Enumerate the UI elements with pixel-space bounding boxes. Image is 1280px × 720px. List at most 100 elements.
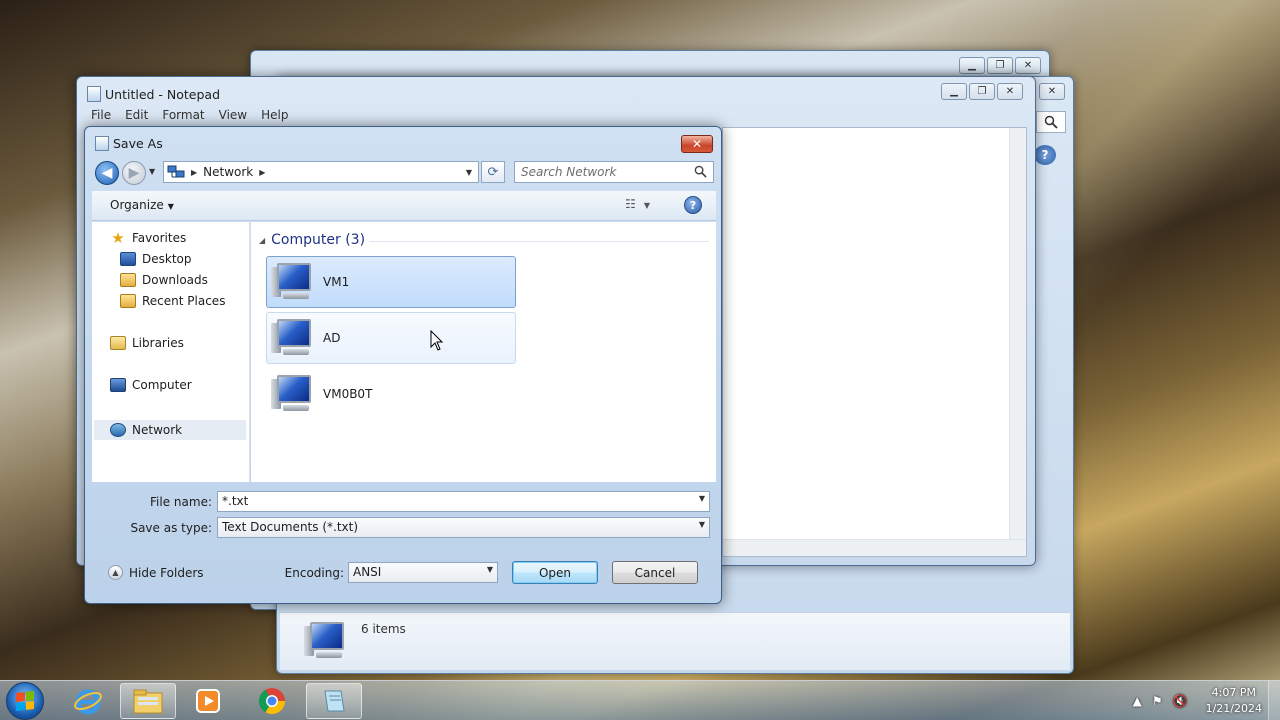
menu-file[interactable]: File xyxy=(91,108,111,122)
computer-item-vm1[interactable]: VM1 xyxy=(266,256,516,308)
cancel-button[interactable]: Cancel xyxy=(612,561,698,584)
show-desktop-button[interactable] xyxy=(1268,681,1280,720)
chevron-down-icon[interactable]: ▼ xyxy=(699,494,705,503)
dialog-footer: File name: *.txt ▼ Save as type: Text Do… xyxy=(92,483,716,595)
network-icon xyxy=(167,165,185,178)
computer-name: VM0B0T xyxy=(323,387,373,401)
vertical-scrollbar[interactable] xyxy=(1009,128,1026,556)
organize-label: Organize xyxy=(110,198,164,212)
group-header-label: Computer (3) xyxy=(271,232,366,248)
chevron-down-icon[interactable]: ▼ xyxy=(644,201,650,210)
close-button[interactable]: ✕ xyxy=(1015,57,1041,74)
clock[interactable]: 4:07 PM 1/21/2024 xyxy=(1206,685,1262,717)
save-as-type-select[interactable]: Text Documents (*.txt) ▼ xyxy=(217,517,710,538)
file-list: ◢ Computer (3) VM1 AD VM0B0T xyxy=(251,222,716,482)
search-icon[interactable] xyxy=(694,165,707,181)
encoding-value: ANSI xyxy=(353,565,382,579)
start-button[interactable] xyxy=(6,682,44,720)
computer-icon xyxy=(300,620,356,662)
help-icon[interactable]: ? xyxy=(684,196,702,214)
maximize-button[interactable]: ❐ xyxy=(969,83,995,100)
computer-icon xyxy=(110,378,126,392)
horizontal-scrollbar[interactable] xyxy=(723,539,1026,556)
address-location[interactable]: Network xyxy=(203,165,253,179)
desktop-icon xyxy=(120,252,136,266)
chevron-down-icon[interactable]: ▼ xyxy=(699,520,705,529)
close-button[interactable]: ✕ xyxy=(681,135,713,153)
computer-item-ad[interactable]: AD xyxy=(266,312,516,364)
status-item-count: 6 items xyxy=(361,622,406,636)
nav-item-network[interactable]: Network xyxy=(94,420,246,440)
minimize-button[interactable]: ▁ xyxy=(959,57,985,74)
nav-item-libraries[interactable]: Libraries xyxy=(110,336,184,350)
view-icon: ☷ xyxy=(625,197,636,211)
chevron-right-icon[interactable]: ▶ xyxy=(191,168,197,177)
search-icon[interactable] xyxy=(1036,111,1066,133)
maximize-button[interactable]: ❐ xyxy=(987,57,1013,74)
chevron-up-icon: ▲ xyxy=(108,565,123,580)
windows-logo-icon xyxy=(16,691,34,711)
encoding-select[interactable]: ANSI ▼ xyxy=(348,562,498,583)
media-player-icon xyxy=(196,689,220,713)
show-hidden-icons-icon[interactable]: ▲ xyxy=(1133,694,1142,708)
hide-folders-label: Hide Folders xyxy=(129,565,204,580)
action-center-icon[interactable]: ⚑ xyxy=(1152,694,1163,708)
taskbar: ▲ ⚑ 🔇 4:07 PM 1/21/2024 xyxy=(0,680,1280,720)
back-button[interactable]: ◀ xyxy=(95,161,119,185)
dialog-title: Save As xyxy=(113,136,163,151)
address-bar[interactable]: ▶ Network ▶ ▼ xyxy=(163,161,479,183)
menu-format[interactable]: Format xyxy=(162,108,204,122)
nav-item-favorites[interactable]: ★ Favorites xyxy=(110,230,186,246)
computer-item-vm0b0t[interactable]: VM0B0T xyxy=(266,368,516,420)
nav-item-recent-places[interactable]: Recent Places xyxy=(120,294,225,308)
recent-places-icon xyxy=(120,294,136,308)
file-name-input[interactable]: *.txt ▼ xyxy=(217,491,710,512)
navigation-pane: ★ Favorites Desktop Downloads Recent Pla… xyxy=(92,222,250,482)
close-button[interactable]: ✕ xyxy=(997,83,1023,100)
chrome-icon xyxy=(258,688,286,715)
menu-help[interactable]: Help xyxy=(261,108,288,122)
chevron-down-icon[interactable]: ▼ xyxy=(466,168,472,177)
nav-label: Downloads xyxy=(142,273,208,287)
group-header[interactable]: ◢ Computer (3) xyxy=(259,232,365,248)
dialog-icon xyxy=(95,136,109,151)
taskbar-file-explorer[interactable] xyxy=(120,683,176,719)
menu-bar: File Edit Format View Help xyxy=(91,108,288,122)
notepad-icon xyxy=(87,86,101,102)
encoding-label: Encoding: xyxy=(284,566,344,580)
group-divider xyxy=(369,241,709,242)
close-button[interactable]: ✕ xyxy=(1039,83,1065,100)
hide-folders-button[interactable]: ▲ Hide Folders xyxy=(108,565,204,580)
collapse-triangle-icon[interactable]: ◢ xyxy=(259,236,265,245)
taskbar-notepad[interactable] xyxy=(306,683,362,719)
menu-edit[interactable]: Edit xyxy=(125,108,148,122)
minimize-button[interactable]: ▁ xyxy=(941,83,967,100)
nav-item-computer[interactable]: Computer xyxy=(110,378,192,392)
organize-button[interactable]: Organize ▼ xyxy=(110,198,174,212)
nav-item-desktop[interactable]: Desktop xyxy=(120,252,192,266)
chevron-right-icon[interactable]: ▶ xyxy=(259,168,265,177)
recent-pages-dropdown[interactable]: ▼ xyxy=(149,167,155,176)
taskbar-chrome[interactable] xyxy=(244,683,300,719)
search-input[interactable]: Search Network xyxy=(514,161,714,183)
open-button[interactable]: Open xyxy=(512,561,598,584)
text-editor[interactable] xyxy=(722,127,1027,557)
volume-muted-icon[interactable]: 🔇 xyxy=(1173,694,1188,708)
libraries-icon xyxy=(110,336,126,350)
save-as-type-value: Text Documents (*.txt) xyxy=(222,520,359,534)
nav-label: Libraries xyxy=(132,336,184,350)
menu-view[interactable]: View xyxy=(219,108,247,122)
nav-item-downloads[interactable]: Downloads xyxy=(120,273,208,287)
file-name-label: File name: xyxy=(150,495,212,509)
taskbar-media-player[interactable] xyxy=(180,683,236,719)
chevron-down-icon: ▼ xyxy=(167,202,174,211)
network-icon xyxy=(110,423,126,437)
forward-button[interactable]: ▶ xyxy=(122,161,146,185)
taskbar-internet-explorer[interactable] xyxy=(60,683,116,719)
chevron-down-icon[interactable]: ▼ xyxy=(487,565,493,574)
computer-name: VM1 xyxy=(323,275,350,289)
refresh-button[interactable]: ⟳ xyxy=(481,161,505,183)
change-view-button[interactable]: ☷ ▼ xyxy=(625,197,650,211)
clock-date: 1/21/2024 xyxy=(1205,702,1262,715)
help-icon[interactable]: ? xyxy=(1034,145,1056,165)
